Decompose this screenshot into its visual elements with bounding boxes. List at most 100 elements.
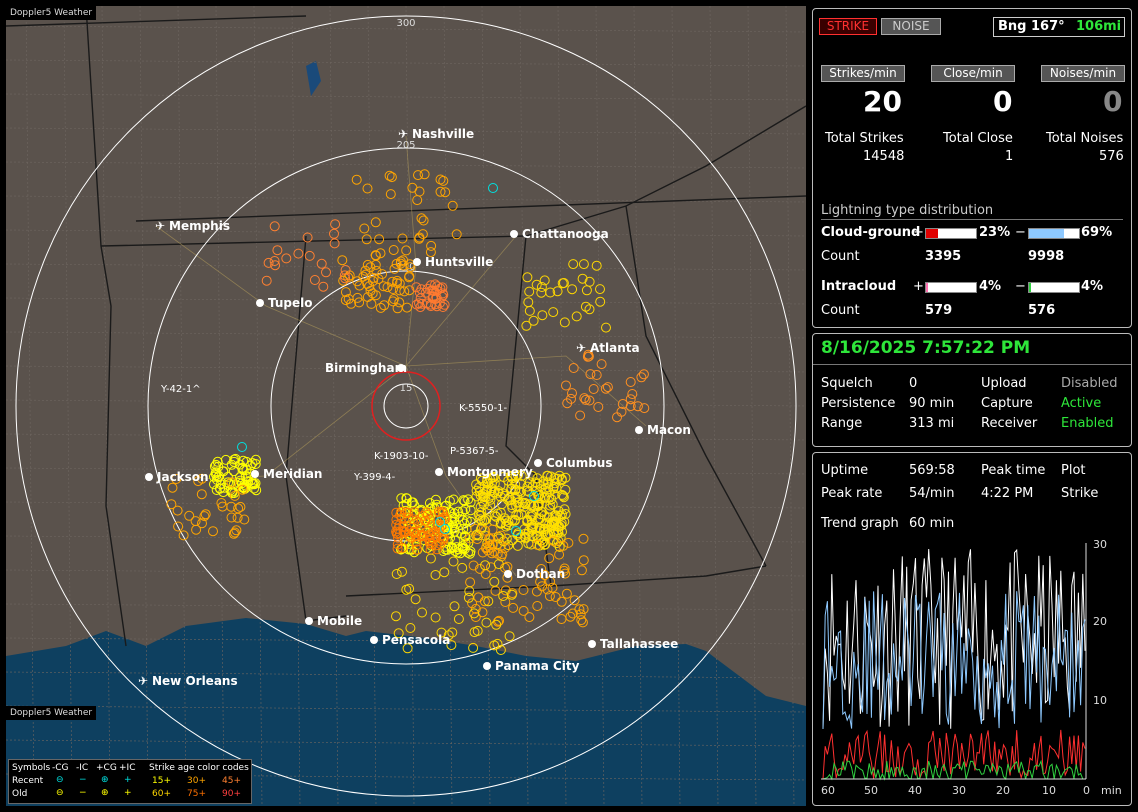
strike-marker bbox=[508, 602, 519, 613]
strikes-min-label: Strikes/min bbox=[821, 65, 905, 82]
symbol-legend: Symbols -CG -IC +CG +IC Strike age color… bbox=[8, 759, 252, 804]
strike-marker bbox=[272, 245, 283, 256]
ic-plus-count: 579 bbox=[925, 303, 953, 318]
city-tallahassee[interactable]: Tallahassee bbox=[588, 637, 678, 651]
age-15: 15+ bbox=[152, 776, 171, 786]
strike-marker bbox=[417, 607, 427, 618]
ic-minus-recent-icon: − bbox=[79, 775, 87, 785]
recent-strike-marker bbox=[488, 183, 498, 193]
lake bbox=[306, 61, 321, 96]
city-memphis[interactable]: ✈ Memphis bbox=[155, 219, 230, 233]
city-birmingham[interactable]: Birmingham bbox=[325, 361, 407, 375]
city-label: Meridian bbox=[263, 467, 322, 481]
strike-mode-button[interactable]: STRIKE bbox=[819, 18, 877, 35]
strike-marker bbox=[386, 172, 397, 183]
city-panama-city[interactable]: Panama City bbox=[483, 659, 580, 673]
strike-marker bbox=[567, 284, 578, 295]
city-label: Nashville bbox=[412, 127, 474, 141]
city-macon[interactable]: Macon bbox=[635, 423, 691, 437]
city-montgomery[interactable]: Montgomery bbox=[435, 465, 533, 479]
city-dothan[interactable]: Dothan bbox=[504, 567, 565, 581]
squelch-label: Squelch bbox=[821, 376, 873, 391]
track-label: Y-399-4- bbox=[353, 472, 396, 483]
y-tick-30: 30 bbox=[1093, 538, 1107, 551]
city-columbus[interactable]: Columbus bbox=[534, 456, 613, 470]
strike-marker bbox=[419, 169, 430, 180]
strike-marker bbox=[229, 456, 240, 467]
strike-marker bbox=[548, 307, 559, 318]
intracloud-label: Intracloud bbox=[821, 279, 897, 294]
trend-graph: 30 20 10 60 50 40 30 20 10 0 min bbox=[821, 538, 1122, 797]
y-tick-10: 10 bbox=[1093, 694, 1107, 707]
strike-marker bbox=[220, 454, 231, 465]
strike-marker bbox=[544, 553, 555, 564]
city-label: Tallahassee bbox=[600, 637, 678, 651]
range-label-15: 15 bbox=[400, 383, 413, 394]
noises-min-value: 0 bbox=[1103, 85, 1123, 118]
x-tick-10: 10 bbox=[1042, 784, 1056, 797]
city-mobile[interactable]: Mobile bbox=[305, 614, 362, 628]
radar-map[interactable]: 300 205 110 15 ✈ Nashville ✈ Memphis Chattan… bbox=[6, 6, 806, 806]
x-tick-40: 40 bbox=[908, 784, 922, 797]
strike-marker bbox=[391, 569, 402, 579]
city-meridian[interactable]: Meridian bbox=[251, 467, 322, 481]
ic-plus-sign: + bbox=[913, 279, 924, 294]
legend-old-label: Old bbox=[12, 789, 28, 799]
track-label: K-1903-10- bbox=[374, 451, 429, 462]
noise-mode-button[interactable]: NOISE bbox=[881, 18, 941, 35]
strike-marker bbox=[388, 245, 399, 255]
strike-marker bbox=[208, 526, 218, 537]
city-label: Huntsville bbox=[425, 255, 493, 269]
city-tupelo[interactable]: Tupelo bbox=[256, 296, 313, 310]
city-pensacola[interactable]: Pensacola bbox=[370, 633, 450, 647]
total-close-value: 1 bbox=[1005, 149, 1014, 164]
strike-marker bbox=[392, 303, 403, 314]
strike-marker bbox=[556, 596, 567, 607]
strike-marker bbox=[561, 588, 572, 599]
cg-count-label: Count bbox=[821, 249, 860, 264]
ic-minus-percent: 4% bbox=[1081, 279, 1104, 294]
strike-marker bbox=[531, 279, 542, 290]
city-label: Memphis bbox=[169, 219, 230, 233]
strike-marker bbox=[531, 586, 542, 597]
strike-marker bbox=[578, 555, 589, 566]
strike-marker bbox=[316, 258, 327, 269]
strike-marker bbox=[397, 566, 407, 577]
city-atlanta[interactable]: ✈ Atlanta bbox=[576, 341, 640, 355]
bearing-box: Bng 167° 106mi bbox=[993, 17, 1125, 37]
trend-series bbox=[822, 729, 1086, 780]
x-tick-0: 0 bbox=[1083, 784, 1090, 797]
bearing-value: Bng 167° bbox=[998, 19, 1065, 34]
strike-marker bbox=[537, 310, 548, 321]
squelch-value: 0 bbox=[909, 376, 918, 391]
strike-marker bbox=[578, 259, 589, 270]
age-45: 45+ bbox=[222, 776, 241, 786]
total-noises-value: 576 bbox=[1099, 149, 1124, 164]
city-new-orleans[interactable]: ✈ New Orleans bbox=[138, 674, 238, 688]
legend-col-cg-plus: +CG bbox=[96, 763, 117, 773]
city-chattanooga[interactable]: Chattanooga bbox=[510, 227, 609, 241]
svg-text:✈: ✈ bbox=[155, 219, 165, 233]
strike-marker bbox=[547, 582, 558, 593]
strike-marker bbox=[504, 631, 515, 642]
city-jackson[interactable]: Jackson bbox=[145, 470, 209, 484]
strike-marker bbox=[568, 363, 579, 373]
strike-marker bbox=[232, 512, 243, 523]
ic-count-label: Count bbox=[821, 303, 860, 318]
trend-panel: Uptime 569:58 Peak time Plot Peak rate 5… bbox=[812, 452, 1132, 806]
strike-marker bbox=[166, 499, 177, 510]
track-label: Y-42-1^ bbox=[160, 384, 201, 395]
cg-plus-sign: + bbox=[913, 225, 924, 240]
persistence-value: 90 min bbox=[909, 396, 955, 411]
ic-plus-percent: 4% bbox=[979, 279, 1002, 294]
age-75: 75+ bbox=[187, 789, 206, 799]
city-nashville[interactable]: ✈ Nashville bbox=[398, 127, 474, 141]
city-label: Macon bbox=[647, 423, 691, 437]
strike-marker bbox=[569, 595, 580, 606]
strike-marker bbox=[196, 489, 207, 500]
strike-marker bbox=[512, 540, 523, 551]
legend-col-cg-minus: -CG bbox=[52, 763, 69, 773]
close-min-label: Close/min bbox=[931, 65, 1015, 82]
strike-marker bbox=[472, 625, 483, 636]
city-huntsville[interactable]: Huntsville bbox=[413, 255, 493, 269]
